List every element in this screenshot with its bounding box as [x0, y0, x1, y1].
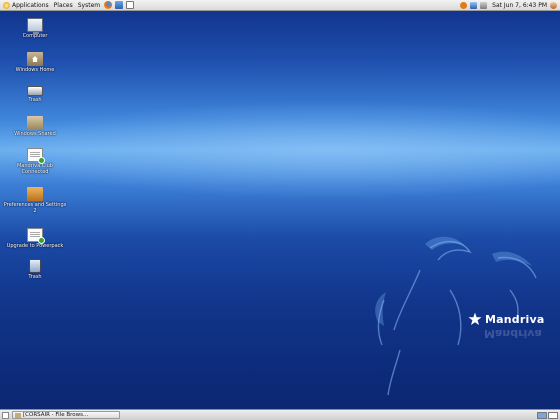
trash-icon: [29, 259, 41, 273]
folder-icon: [15, 412, 21, 418]
user-icon[interactable]: [550, 1, 557, 9]
desktop-icon-computer[interactable]: Computer: [3, 18, 67, 39]
home-folder-icon: [27, 52, 43, 66]
mandriva-star-logo-icon: [468, 312, 482, 325]
workspace-1[interactable]: [537, 411, 547, 419]
network-icon[interactable]: [470, 1, 478, 9]
workspace-switcher[interactable]: [536, 411, 558, 419]
show-desktop-button[interactable]: [2, 411, 9, 419]
workspace-2[interactable]: [548, 411, 558, 419]
system-menu-label: System: [77, 1, 101, 9]
bottom-panel: [CORSAIR - File Brows...: [0, 409, 560, 420]
desktop-icon-package[interactable]: Preferences and Settings 2: [3, 187, 67, 214]
check-badge-icon: [38, 157, 45, 164]
computer-icon: [27, 18, 43, 34]
desktop-icon-label: Mandriva Club Connected: [16, 163, 53, 175]
applications-menu-label: Applications: [12, 1, 49, 9]
system-tray: Sat Jun 7, 6:43 PM: [457, 0, 560, 11]
document-upgrade-icon: [27, 228, 45, 244]
folder-icon: [27, 116, 43, 130]
update-icon[interactable]: [460, 1, 468, 9]
desktop-icon-drive[interactable]: Trash: [3, 82, 67, 103]
places-menu-label: Places: [53, 1, 73, 9]
desktop-icon-club[interactable]: Mandriva Club Connected: [3, 148, 67, 175]
desktop-icon-label: Trash: [28, 274, 42, 280]
desktop-icon-shared-folder[interactable]: Windows Shared: [3, 116, 67, 137]
mandriva-star-icon: [3, 1, 10, 9]
desktop-icon-home[interactable]: Windows Home: [3, 52, 67, 73]
desktop-icon-trash[interactable]: Trash: [3, 259, 67, 280]
desktop[interactable]: Applications Places System Sat Jun 7, 6:…: [0, 0, 560, 420]
desktop-icon-label: Windows Shared: [14, 131, 56, 137]
document-check-icon: [27, 148, 45, 164]
firefox-icon[interactable]: [104, 1, 113, 9]
desktop-icon-label: Windows Home: [15, 67, 55, 73]
applications-menu[interactable]: Applications: [3, 0, 49, 11]
desktop-icon-label: Trash: [28, 97, 42, 103]
top-panel: Applications Places System Sat Jun 7, 6:…: [0, 0, 560, 11]
mail-launcher-icon[interactable]: [126, 1, 135, 9]
mandriva-logo-text: Mandriva: [485, 312, 545, 326]
places-menu[interactable]: Places: [52, 0, 73, 11]
clock[interactable]: Sat Jun 7, 6:43 PM: [492, 2, 547, 9]
desktop-icon-upgrade[interactable]: Upgrade to Powerpack: [3, 228, 67, 249]
mandriva-logo: Mandriva: [468, 312, 544, 326]
upgrade-badge-icon: [38, 237, 45, 244]
mandriva-logo-reflection: Mandriva: [484, 327, 542, 340]
desktop-icon-label: Upgrade to Powerpack: [6, 243, 64, 249]
taskbar-entry-label: [CORSAIR - File Brows...: [23, 412, 89, 418]
desktop-icon-label: Preferences and Settings 2: [3, 202, 67, 214]
web-launcher-icon[interactable]: [115, 1, 124, 9]
taskbar-entry-file-browser[interactable]: [CORSAIR - File Brows...: [12, 411, 120, 419]
drive-icon: [27, 86, 43, 96]
system-menu[interactable]: System: [76, 0, 100, 11]
volume-icon[interactable]: [480, 1, 488, 9]
package-icon: [27, 187, 43, 201]
